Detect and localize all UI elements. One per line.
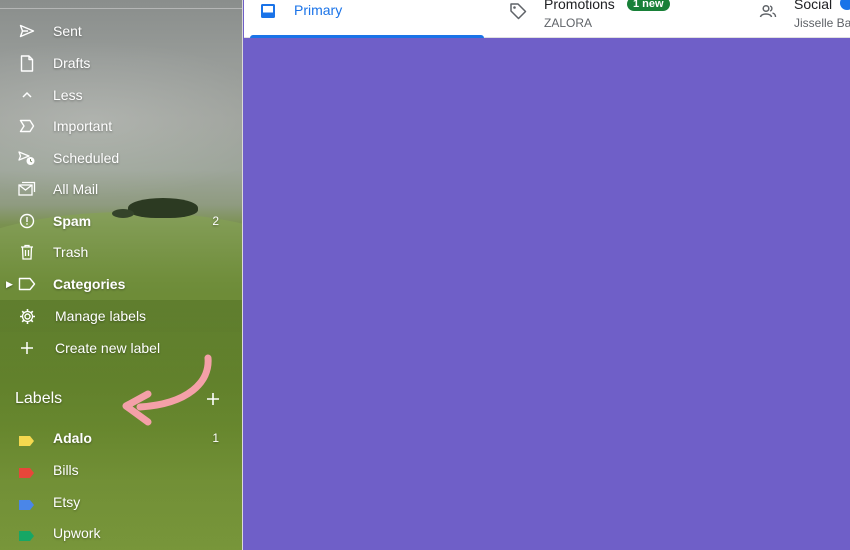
sidebar-item-label: Manage labels [55, 308, 147, 324]
plus-icon [18, 339, 36, 357]
label-tag-icon [19, 497, 34, 510]
sidebar-item-label: Sent [53, 23, 82, 39]
sidebar-item-trash[interactable]: Trash [0, 237, 242, 267]
annotation-arrow [122, 354, 212, 426]
tab-primary[interactable]: Primary [244, 0, 494, 38]
label-tag-icon [19, 465, 34, 478]
chevron-up-icon [18, 86, 36, 104]
label-item-upwork[interactable]: Upwork [0, 519, 242, 547]
sidebar-item-less[interactable]: Less [0, 80, 242, 110]
sidebar-item-label: Spam [53, 213, 92, 229]
spam-icon [18, 212, 36, 230]
labels-header: Labels [15, 390, 63, 407]
label-item-name: Bills [53, 462, 79, 478]
unread-count: 2 [212, 214, 219, 228]
sidebar-item-label: Scheduled [53, 150, 120, 166]
tab-title: Promotions [544, 0, 615, 12]
important-icon [18, 117, 36, 135]
label-item-name: Upwork [53, 525, 101, 541]
sidebar-item-label: Drafts [53, 55, 91, 71]
label-item-name: Adalo [53, 430, 92, 446]
inbox-icon [259, 2, 279, 22]
sidebar-item-label: All Mail [53, 181, 99, 197]
tab-subtitle: Jisselle Ba [794, 16, 850, 30]
people-icon [759, 2, 779, 22]
sidebar: Sent Drafts Less Important Scheduled All… [0, 0, 243, 550]
sidebar-item-label: Trash [53, 244, 89, 260]
tab-subtitle: ZALORA [544, 16, 593, 30]
category-tabs: Primary Promotions 1 new ZALORA Social J… [244, 0, 850, 38]
sidebar-item-manage-labels[interactable]: Manage labels [0, 301, 242, 331]
draft-icon [18, 54, 36, 72]
new-badge: 1 new [627, 0, 670, 11]
sidebar-item-sent[interactable]: Sent [0, 16, 242, 46]
trash-icon [18, 243, 36, 261]
gear-icon [18, 307, 36, 325]
all-mail-icon [18, 180, 36, 198]
sidebar-item-scheduled[interactable]: Scheduled [0, 143, 242, 173]
tab-promotions[interactable]: Promotions 1 new ZALORA [494, 0, 744, 38]
sidebar-divider [0, 8, 242, 9]
label-item-etsy[interactable]: Etsy [0, 488, 242, 516]
sidebar-item-drafts[interactable]: Drafts [0, 48, 242, 78]
label-tag-icon [19, 433, 34, 446]
tab-social[interactable]: Social Jisselle Ba [744, 0, 850, 38]
sidebar-item-spam[interactable]: Spam 2 [0, 206, 242, 236]
message-list-area [244, 38, 850, 550]
sidebar-item-label: Less [53, 87, 83, 103]
sidebar-item-categories[interactable]: ▶ Categories [0, 269, 242, 299]
tag-icon [509, 2, 529, 22]
label-item-bills[interactable]: Bills [0, 456, 242, 484]
tab-title: Social [794, 0, 833, 12]
label-tag-icon [19, 528, 34, 541]
sidebar-item-all-mail[interactable]: All Mail [0, 174, 242, 204]
label-outline-icon [18, 275, 36, 293]
sidebar-item-label: Important [53, 118, 113, 134]
scheduled-icon [18, 149, 36, 167]
sidebar-item-important[interactable]: Important [0, 111, 242, 141]
send-icon [18, 22, 36, 40]
notification-dot [840, 0, 850, 10]
unread-count: 1 [212, 431, 219, 445]
sidebar-item-label: Categories [53, 276, 126, 292]
expand-arrow-icon[interactable]: ▶ [6, 279, 13, 290]
label-item-name: Etsy [53, 494, 81, 510]
tab-title: Primary [294, 2, 343, 18]
